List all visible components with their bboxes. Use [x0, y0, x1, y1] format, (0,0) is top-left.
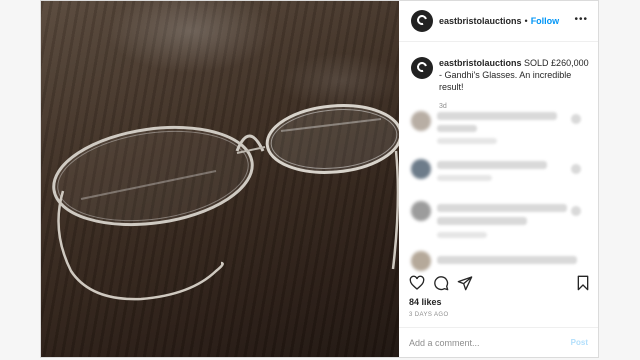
- comment-avatar: [411, 251, 431, 271]
- comment-blurred: [437, 161, 547, 169]
- post-button[interactable]: Post: [571, 338, 588, 347]
- post-header: eastbristolauctions • Follow •••: [399, 1, 598, 42]
- comment-blurred: [437, 256, 577, 264]
- comment-avatar: [411, 201, 431, 221]
- likes-count[interactable]: 84 likes: [409, 297, 442, 307]
- avatar[interactable]: [411, 10, 433, 32]
- comment-blurred: [437, 217, 527, 225]
- comment-meta-blurred: [437, 232, 487, 238]
- caption-avatar[interactable]: [411, 57, 433, 79]
- follow-button[interactable]: Follow: [531, 16, 560, 26]
- more-icon[interactable]: •••: [574, 14, 588, 25]
- heart-icon[interactable]: [409, 275, 425, 291]
- post-timestamp[interactable]: 3 DAYS AGO: [409, 312, 449, 318]
- comment-like-blurred: [571, 206, 581, 216]
- caption-username[interactable]: eastbristolauctions: [439, 58, 522, 68]
- caption: eastbristolauctions SOLD £260,000 - Gand…: [411, 57, 591, 110]
- bookmark-icon[interactable]: [575, 275, 591, 291]
- add-comment-bar: Add a comment... Post: [399, 327, 598, 357]
- post-photo[interactable]: [41, 1, 399, 357]
- post-sidebar: eastbristolauctions • Follow ••• eastbri…: [399, 1, 598, 357]
- separator-dot: •: [524, 16, 528, 26]
- instagram-post-embed: eastbristolauctions • Follow ••• eastbri…: [40, 0, 599, 358]
- comment-meta-blurred: [437, 175, 492, 181]
- caption-body: eastbristolauctions SOLD £260,000 - Gand…: [439, 57, 591, 93]
- share-icon[interactable]: [457, 275, 473, 291]
- comment-meta-blurred: [437, 138, 497, 144]
- comment-like-blurred: [571, 114, 581, 124]
- action-bar: [399, 269, 598, 299]
- username-link[interactable]: eastbristolauctions: [439, 16, 522, 26]
- caption-time: 3d: [439, 103, 447, 110]
- comment-blurred: [437, 112, 557, 120]
- comment-blurred: [437, 125, 477, 132]
- comment-input[interactable]: Add a comment...: [409, 338, 480, 348]
- comment-icon[interactable]: [433, 275, 449, 291]
- comment-like-blurred: [571, 164, 581, 174]
- glasses-illustration: [52, 104, 399, 301]
- comment-avatar: [411, 159, 431, 179]
- comment-avatar: [411, 111, 431, 131]
- comment-blurred: [437, 204, 567, 212]
